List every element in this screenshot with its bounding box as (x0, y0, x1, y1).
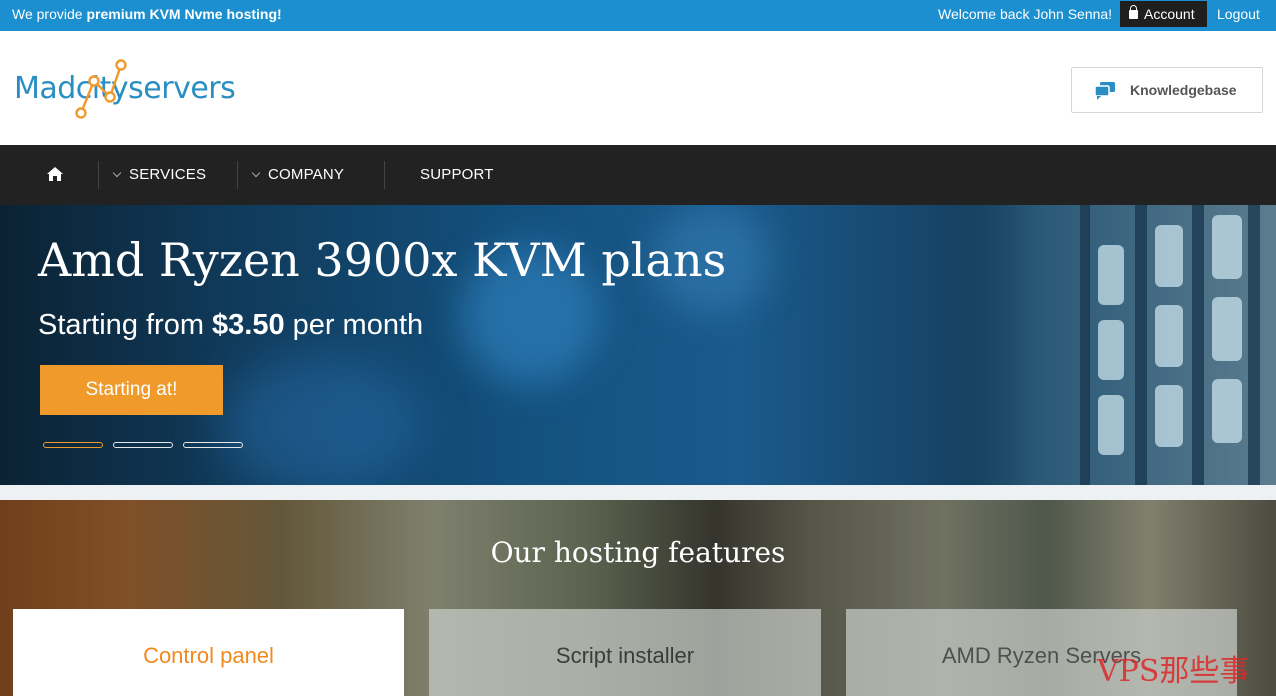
watermark: VPS那些事 (1097, 654, 1250, 689)
tagline-prefix: We provide (12, 6, 83, 22)
hero-price: $3.50 (212, 309, 285, 341)
hero-title: Amd Ryzen 3900x KVM plans (38, 233, 727, 287)
nav-item-services[interactable]: SERVICES (112, 166, 207, 183)
starting-at-button[interactable]: Starting at! (40, 365, 223, 415)
features-section: Our hosting features Control panel Scrip… (0, 500, 1276, 696)
feature-card-control-panel[interactable]: Control panel (13, 609, 404, 696)
chevron-down-icon (112, 168, 122, 178)
hero-subtitle-prefix: Starting from (38, 309, 204, 341)
tagline-bold: premium KVM Nvme hosting! (86, 6, 282, 22)
server-rack-image (930, 205, 1276, 485)
nav-divider (237, 161, 238, 189)
feature-card-title: Script installer (555, 643, 695, 668)
slider-dot[interactable] (183, 442, 243, 448)
chat-bubbles-icon (1094, 82, 1115, 100)
slider-dot[interactable] (113, 442, 173, 448)
nav-item-company[interactable]: COMPANY (251, 166, 345, 183)
nav-divider (98, 161, 99, 189)
knowledgebase-label: Knowledgebase (1130, 82, 1237, 98)
welcome-message: Welcome back John Senna! (938, 6, 1113, 22)
hero-subtitle-suffix: per month (292, 309, 424, 341)
features-heading: Our hosting features (490, 536, 786, 569)
knowledgebase-button[interactable]: Knowledgebase (1071, 67, 1263, 113)
account-label: Account (1144, 6, 1195, 22)
feature-card-title: Control panel (143, 643, 274, 668)
site-logo[interactable]: Madcityservers (14, 57, 244, 123)
chevron-down-icon (251, 168, 261, 178)
site-header: Madcityservers Knowledgebase (0, 31, 1276, 145)
hero-slider: Amd Ryzen 3900x KVM plans Starting from $… (0, 205, 1276, 485)
nav-divider (384, 161, 385, 189)
hero-subtitle: Starting from $3.50 per month (38, 309, 423, 342)
nav-item-company-label: COMPANY (268, 166, 345, 183)
slider-dot[interactable] (43, 442, 103, 448)
nav-item-support-label: SUPPORT (420, 166, 494, 183)
logo-network-icon (75, 59, 127, 119)
lock-icon (1129, 5, 1138, 19)
nav-item-services-label: SERVICES (129, 166, 207, 183)
account-button[interactable]: Account (1120, 1, 1207, 27)
logout-link[interactable]: Logout (1217, 6, 1260, 22)
tagline: We provide premium KVM Nvme hosting! (12, 6, 282, 22)
home-icon[interactable] (46, 166, 64, 182)
section-spacer (0, 485, 1276, 500)
nav-item-support[interactable]: SUPPORT (420, 166, 494, 183)
hero-bokeh (220, 355, 420, 485)
feature-card-script-installer[interactable]: Script installer (429, 609, 821, 696)
top-bar: We provide premium KVM Nvme hosting! Wel… (0, 0, 1276, 31)
main-nav: SERVICES COMPANY SUPPORT (0, 145, 1276, 205)
